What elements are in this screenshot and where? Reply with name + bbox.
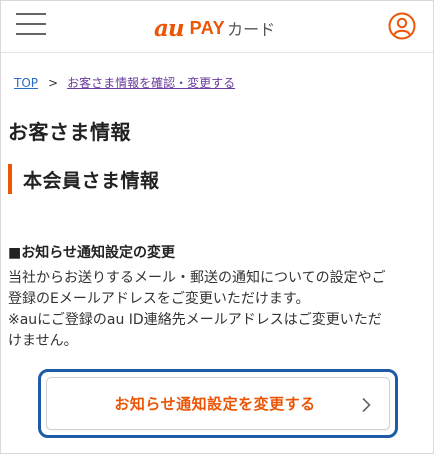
chevron-right-icon [362, 397, 371, 413]
hamburger-menu-icon[interactable] [16, 11, 46, 37]
breadcrumb-separator: > [48, 75, 59, 90]
section-title: 本会員さま情報 [23, 169, 160, 192]
logo-pay-text: PAY [189, 17, 226, 38]
user-account-icon[interactable] [388, 12, 416, 40]
description-line: ※auにご登録のau ID連絡先メールアドレスはご変更いただ [8, 312, 382, 328]
breadcrumb-top-link[interactable]: TOP [14, 76, 38, 90]
app-header: au PAY カード [1, 1, 433, 53]
change-notification-settings-label: お知らせ通知設定を変更する [114, 395, 316, 413]
breadcrumb: TOP > お客さま情報を確認・変更する [14, 74, 235, 91]
notification-settings-description: 当社からお送りするメール・郵送の通知についての設定やご 登録のEメールアドレスを… [8, 268, 428, 352]
change-notification-settings-button[interactable]: お知らせ通知設定を変更する [46, 377, 390, 430]
notification-settings-heading: ■お知らせ通知設定の変更 [8, 245, 175, 261]
page-title: お客さま情報 [8, 120, 131, 144]
description-line: 登録のEメールアドレスをご変更いただけます。 [8, 291, 310, 307]
description-line: 当社からお送りするメール・郵送の通知についての設定やご [8, 270, 386, 286]
au-pay-card-logo[interactable]: au PAY カード [154, 14, 275, 42]
section-heading: 本会員さま情報 [8, 164, 160, 194]
section-accent-bar [8, 164, 12, 194]
description-line: けません。 [8, 333, 78, 349]
logo-au-text: au [154, 14, 185, 42]
breadcrumb-current-link[interactable]: お客さま情報を確認・変更する [67, 74, 235, 91]
logo-card-text: カード [227, 20, 276, 39]
